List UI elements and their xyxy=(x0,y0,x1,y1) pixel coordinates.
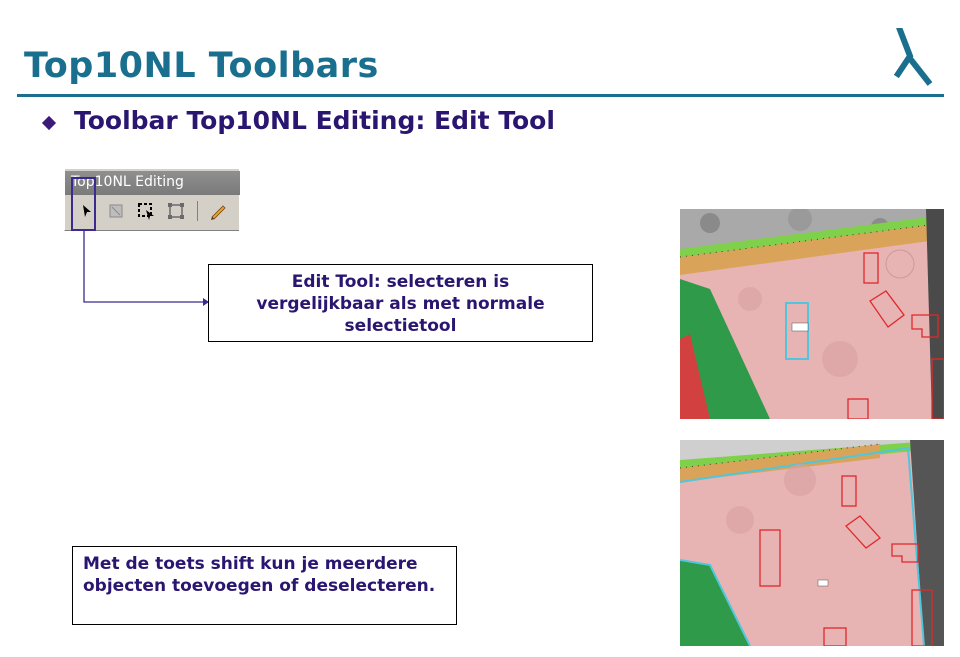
shift-callout: Met de toets shift kun je meerdere objec… xyxy=(72,546,457,625)
edit-tool-callout: Edit Tool: selecteren is vergelijkbaar a… xyxy=(208,264,593,342)
map-multiple-selection xyxy=(680,440,944,646)
map-single-selection xyxy=(680,209,944,419)
